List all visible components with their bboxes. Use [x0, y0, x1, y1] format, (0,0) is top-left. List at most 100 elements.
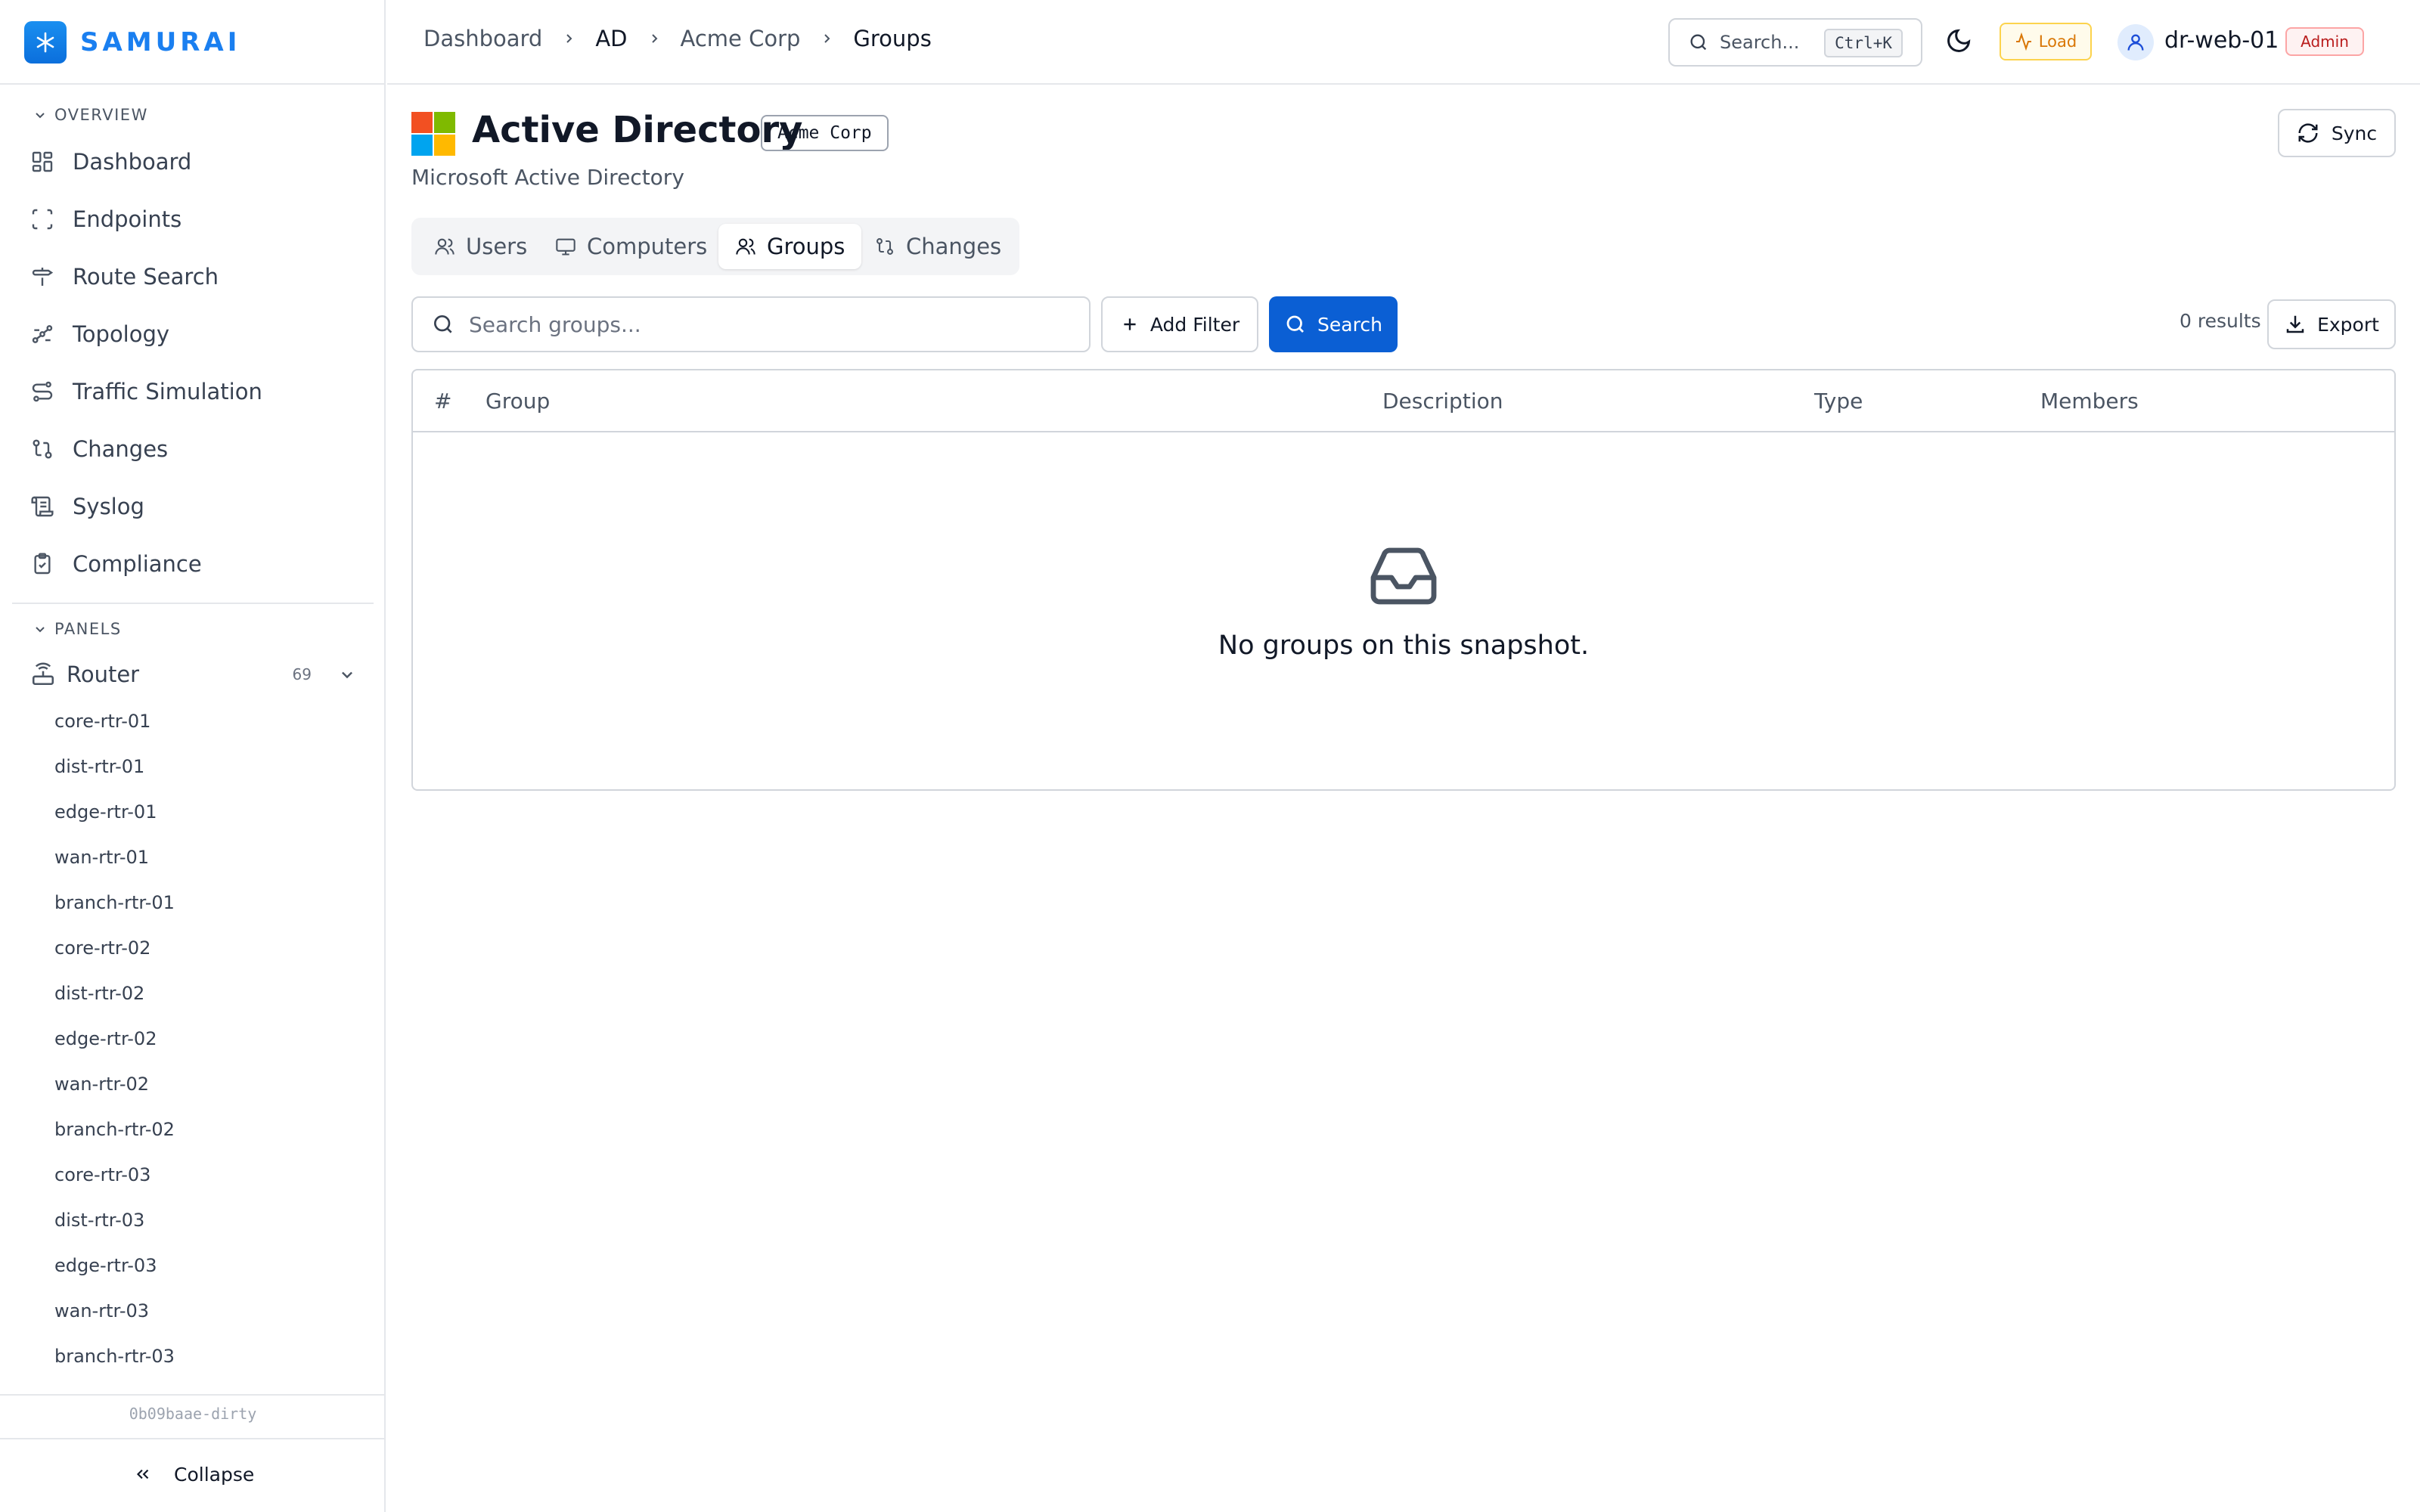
sidebar-item-label: Compliance: [73, 551, 202, 577]
breadcrumb-dashboard[interactable]: Dashboard: [424, 26, 542, 51]
overview-label: OVERVIEW: [54, 106, 148, 124]
brand[interactable]: SAMURAI: [24, 21, 240, 64]
router-panel-toggle[interactable]: Router 69: [30, 652, 355, 697]
sidebar-item-traffic-simulation[interactable]: Traffic Simulation: [30, 369, 262, 414]
chevrons-left-icon: [136, 1469, 149, 1479]
table-header: # Group Description Type Members: [413, 370, 2394, 432]
column-header-group[interactable]: Group: [486, 389, 550, 414]
username[interactable]: dr-web-01: [2164, 27, 2279, 54]
device-link[interactable]: wan-rtr-03: [54, 1300, 149, 1321]
device-link[interactable]: core-rtr-03: [54, 1164, 150, 1185]
device-link[interactable]: branch-rtr-03: [54, 1346, 175, 1367]
device-link[interactable]: edge-rtr-01: [54, 801, 157, 823]
device-link[interactable]: dist-rtr-02: [54, 983, 144, 1004]
search-label: Search: [1317, 313, 1382, 336]
breadcrumb: Dashboard AD Acme Corp Groups: [424, 26, 932, 51]
tab-computers[interactable]: Computers: [538, 224, 724, 269]
plus-icon: [1124, 318, 1136, 330]
device-link[interactable]: wan-rtr-01: [54, 847, 149, 868]
search-groups-input[interactable]: Search groups...: [411, 296, 1091, 352]
sidebar-divider: [12, 603, 374, 604]
page-title: Active Directory: [472, 109, 803, 151]
sync-label: Sync: [2331, 122, 2378, 144]
device-link[interactable]: dist-rtr-01: [54, 756, 144, 777]
sidebar-item-compliance[interactable]: Compliance: [30, 541, 202, 587]
device-link[interactable]: edge-rtr-02: [54, 1028, 157, 1049]
column-header-type[interactable]: Type: [1814, 389, 1863, 414]
device-link[interactable]: core-rtr-02: [54, 937, 150, 959]
refresh-icon: [2298, 123, 2318, 143]
panels-label: PANELS: [54, 620, 122, 638]
load-button[interactable]: Load: [2000, 23, 2092, 60]
device-link[interactable]: branch-rtr-02: [54, 1119, 175, 1140]
column-header-members[interactable]: Members: [2040, 389, 2139, 414]
sidebar-item-route-search[interactable]: Route Search: [30, 254, 219, 299]
chevron-down-icon: [36, 627, 45, 633]
device-link[interactable]: dist-rtr-03: [54, 1210, 144, 1231]
search-button[interactable]: Search: [1269, 296, 1398, 352]
device-link[interactable]: branch-rtr-01: [54, 892, 175, 913]
device-link[interactable]: core-rtr-01: [54, 711, 150, 732]
tab-label: Computers: [587, 234, 708, 259]
collapse-label: Collapse: [174, 1463, 255, 1486]
search-shortcut: Ctrl+K: [1824, 29, 1903, 57]
empty-state-message: No groups on this snapshot.: [1218, 631, 1590, 661]
download-icon: [2286, 315, 2304, 333]
groups-table: # Group Description Type Members No grou…: [411, 369, 2396, 791]
signpost-icon: [32, 268, 54, 286]
global-search-button[interactable]: Search... Ctrl+K: [1668, 18, 1922, 67]
device-link[interactable]: edge-rtr-03: [54, 1255, 157, 1276]
microsoft-logo-icon: [411, 112, 455, 156]
search-icon: [434, 315, 452, 333]
sidebar-item-label: Dashboard: [73, 149, 192, 175]
moon-icon[interactable]: [1945, 27, 1972, 54]
tab-users[interactable]: Users: [417, 224, 544, 269]
breadcrumb-groups: Groups: [853, 26, 932, 51]
overview-section-toggle[interactable]: OVERVIEW: [33, 106, 148, 124]
router-label: Router: [67, 662, 140, 687]
sidebar-item-changes[interactable]: Changes: [30, 426, 168, 472]
results-count: 0 results: [2180, 310, 2261, 332]
user-avatar[interactable]: [2118, 24, 2154, 60]
column-header-index[interactable]: #: [434, 389, 451, 414]
samurai-logo-icon: [24, 21, 67, 64]
user-icon: [2127, 34, 2144, 51]
tab-label: Groups: [767, 234, 845, 259]
router-count-badge: 69: [292, 665, 312, 683]
scan-icon: [32, 209, 53, 230]
load-label: Load: [2038, 33, 2077, 51]
tab-label: Changes: [906, 234, 1002, 259]
tab-changes[interactable]: Changes: [858, 224, 1018, 269]
activity-icon: [2015, 33, 2031, 51]
sidebar-item-label: Traffic Simulation: [73, 379, 262, 404]
router-icon: [32, 662, 54, 686]
column-header-description[interactable]: Description: [1382, 389, 1503, 414]
search-groups-placeholder: Search groups...: [469, 311, 641, 337]
sidebar-item-topology[interactable]: Topology: [30, 311, 169, 357]
panels-section-toggle[interactable]: PANELS: [33, 620, 122, 638]
export-button[interactable]: Export: [2267, 299, 2396, 349]
chevron-right-icon: [824, 34, 830, 43]
sidebar-item-syslog[interactable]: Syslog: [30, 484, 144, 529]
chevron-down-icon: [36, 113, 45, 119]
org-badge: Acme Corp: [761, 115, 889, 151]
clipboard-check-icon: [34, 553, 51, 575]
tab-label: Users: [466, 234, 528, 259]
sidebar-item-label: Topology: [73, 321, 170, 347]
sidebar-item-dashboard[interactable]: Dashboard: [30, 139, 191, 184]
brand-name: SAMURAI: [80, 27, 241, 57]
tab-groups[interactable]: Groups: [718, 224, 862, 269]
add-filter-button[interactable]: Add Filter: [1101, 296, 1258, 352]
device-link[interactable]: wan-rtr-02: [54, 1074, 149, 1095]
sync-button[interactable]: Sync: [2278, 109, 2396, 157]
sidebar-divider: [0, 1394, 386, 1396]
breadcrumb-acme-corp[interactable]: Acme Corp: [681, 26, 801, 51]
route-icon: [32, 381, 53, 402]
users-icon: [736, 238, 755, 255]
breadcrumb-ad[interactable]: AD: [595, 26, 627, 51]
search-icon: [1286, 315, 1305, 333]
sidebar-item-endpoints[interactable]: Endpoints: [30, 197, 182, 242]
sidebar: SAMURAI OVERVIEW Dashboard Endpoints Rou…: [0, 0, 386, 1512]
collapse-sidebar-button[interactable]: Collapse: [133, 1459, 254, 1489]
main-content: Active Directory Acme Corp Microsoft Act…: [387, 86, 2420, 1512]
